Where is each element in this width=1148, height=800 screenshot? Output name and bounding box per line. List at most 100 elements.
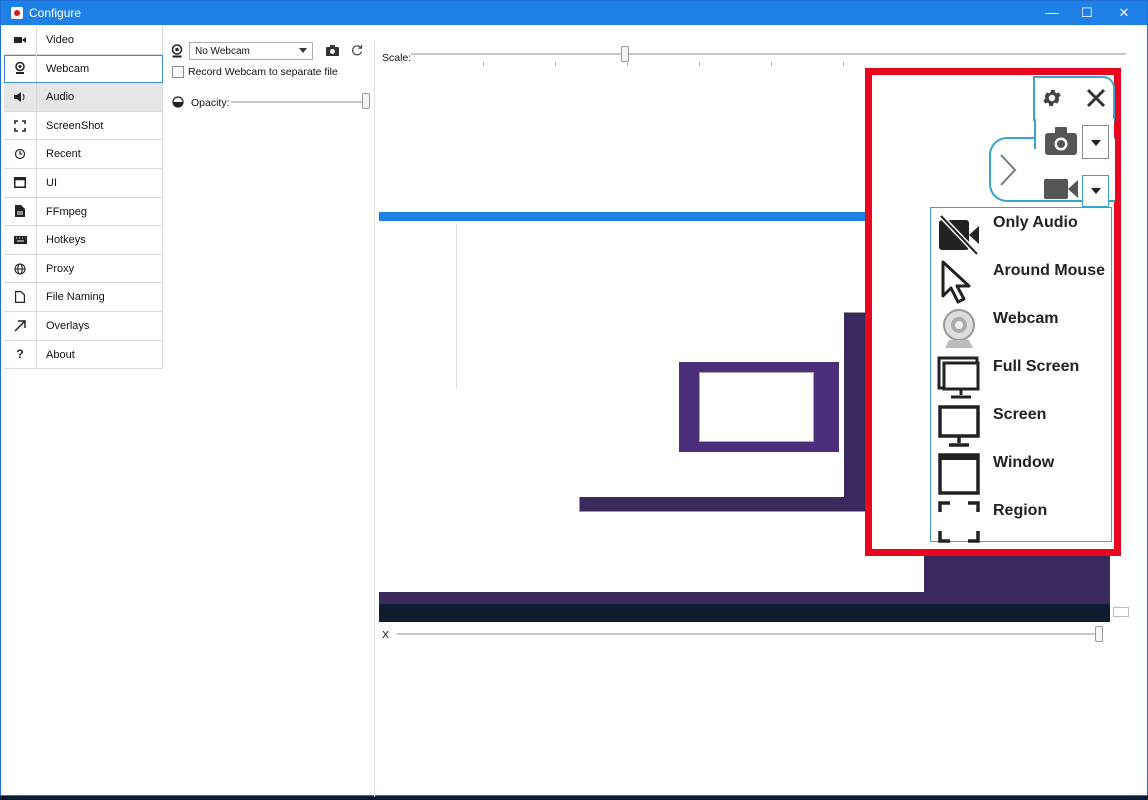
camera-icon[interactable] [326,45,339,59]
menu-item-label: Full Screen [993,358,1080,375]
menu-item-only-audio[interactable]: Only Audio [937,210,1107,256]
webcam-icon [171,44,183,61]
menu-item-webcam[interactable]: Webcam [937,306,1107,350]
sidebar-item-label: Hotkeys [46,234,86,247]
scale-slider[interactable] [411,53,1126,55]
sidebar-item-file-naming[interactable]: File Naming [4,283,163,312]
video-camera-icon [4,26,37,54]
refresh-icon[interactable] [351,44,363,59]
opacity-icon [172,96,184,111]
opacity-slider-thumb[interactable] [362,93,370,109]
webcam-select-value: No Webcam [195,46,250,57]
divider [374,41,375,797]
menu-item-full-screen[interactable]: Full Screen [937,354,1107,400]
sidebar-item-overlays[interactable]: Overlays [4,311,163,341]
sidebar-item-proxy[interactable]: Proxy [4,254,163,284]
preview-taskbar [379,604,1110,622]
record-separate-label: Record Webcam to separate file [188,66,338,78]
webcam-icon [4,54,37,83]
sidebar-item-screenshot[interactable]: ScreenShot [4,111,163,141]
preview-resize-handle[interactable] [1113,607,1129,617]
minimize-button[interactable]: — [1032,1,1072,25]
camera-icon[interactable] [1045,127,1077,158]
record-mode-menu: Only Audio Around Mouse Webcam Full Scre… [930,207,1112,544]
scale-slider-thumb[interactable] [621,46,629,62]
document-icon [4,283,37,311]
scale-tick [771,62,772,66]
file-icon [4,197,37,226]
close-icon[interactable] [1085,87,1107,112]
x-label: X [382,629,390,641]
globe-icon [4,254,37,283]
cursor-icon [937,260,981,304]
history-icon [4,140,37,168]
record-mode-dropdown[interactable] [1082,175,1109,207]
window-icon [4,168,37,197]
sidebar-item-recent[interactable]: Recent [4,140,163,169]
scale-tick [699,62,700,66]
close-button[interactable]: ✕ [1104,1,1144,25]
opacity-label: Opacity: [191,97,230,109]
sidebar-item-ffmpeg[interactable]: FFmpeg [4,197,163,227]
window-icon [937,452,981,496]
sidebar-item-label: About [46,348,75,361]
sidebar-item-video[interactable]: Video [4,26,163,55]
preview-screenshot [379,212,924,592]
window-title: Configure [29,6,82,20]
sidebar-item-label: Proxy [46,262,75,275]
menu-item-label: Window [993,454,1055,471]
full-screen-icon [937,356,981,400]
screenshot-mode-dropdown[interactable] [1082,125,1109,159]
menu-item-label: Webcam [993,310,1059,327]
sidebar-item-label: Webcam [46,62,90,75]
sidebar-item-label: Recent [46,148,81,161]
scale-tick [843,62,844,66]
app-icon [11,7,23,19]
title-bar: Configure — ☐ ✕ [1,1,1147,25]
sidebar-item-hotkeys[interactable]: Hotkeys [4,226,163,255]
sidebar: Video Webcam Audio ScreenShot Recent UI … [4,26,163,370]
chevron-down-icon [1091,188,1101,194]
monitor-icon [937,404,981,448]
no-video-icon [937,212,981,256]
sidebar-item-label: Video [46,34,74,46]
sidebar-item-webcam[interactable]: Webcam [4,54,163,84]
chevron-down-icon [299,48,307,53]
region-icon [937,500,981,544]
sidebar-item-label: Overlays [46,319,90,332]
menu-item-label: Region [993,502,1048,519]
menu-item-region[interactable]: Region [937,498,1107,544]
speaker-icon [4,83,37,111]
sidebar-item-label: ScreenShot [46,119,104,132]
menu-item-label: Around Mouse [993,262,1105,279]
webcam-icon [937,308,981,352]
sidebar-item-audio[interactable]: Audio [4,83,163,112]
menu-item-screen[interactable]: Screen [937,402,1107,448]
menu-item-window[interactable]: Window [937,450,1107,496]
chevron-down-icon [1091,140,1101,146]
configure-window: Configure — ☐ ✕ Video Webcam Audio Scree… [0,0,1148,797]
chevron-right-icon[interactable] [997,153,1019,190]
maximize-button[interactable]: ☐ [1067,1,1107,25]
gear-icon[interactable] [1041,87,1063,112]
sidebar-item-label: Audio [46,91,75,104]
question-icon: ? [4,340,37,369]
scale-tick [627,62,628,66]
x-slider-thumb[interactable] [1095,626,1103,642]
scale-tick [555,62,556,66]
sidebar-item-label: File Naming [46,291,105,304]
arrow-icon [4,311,37,340]
menu-item-around-mouse[interactable]: Around Mouse [937,258,1107,304]
menu-item-label: Only Audio [993,214,1078,231]
video-camera-icon[interactable] [1044,177,1078,204]
opacity-slider[interactable] [231,101,367,103]
sidebar-item-about[interactable]: ? About [4,340,163,370]
menu-item-label: Screen [993,406,1047,423]
sidebar-item-label: UI [46,176,57,189]
sidebar-item-label: FFmpeg [46,205,87,218]
x-slider[interactable] [397,633,1101,635]
record-separate-checkbox[interactable] [172,66,184,78]
keyboard-icon [4,226,37,254]
webcam-select[interactable]: No Webcam [189,42,313,60]
sidebar-item-ui[interactable]: UI [4,168,163,198]
